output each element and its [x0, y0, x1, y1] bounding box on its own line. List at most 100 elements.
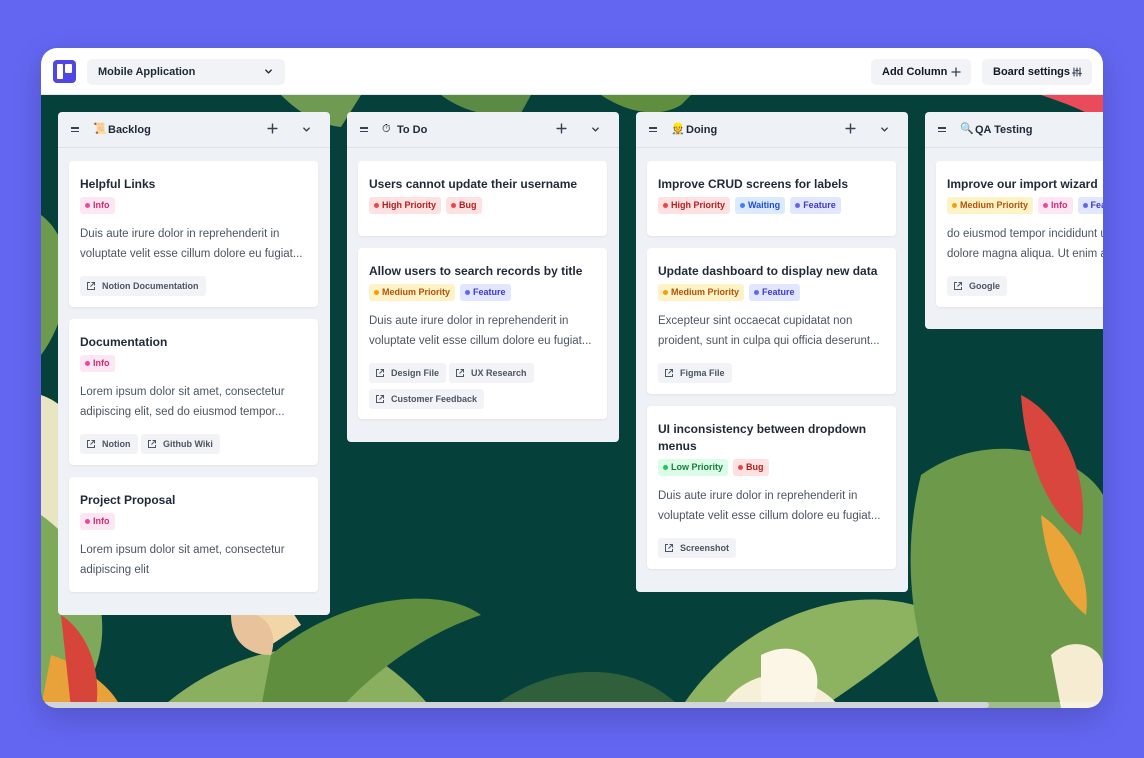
card[interactable]: Documentation Info Lorem ipsum dolor sit… [69, 319, 318, 465]
column-emoji: 🔍 [960, 123, 974, 135]
tag-info: Info [1038, 197, 1073, 214]
card-title: Improve our import wizard [947, 177, 1098, 191]
link-screenshot[interactable]: Screenshot [658, 538, 737, 558]
board-name: Mobile Application [98, 66, 196, 78]
tag-feature: Feature [1077, 197, 1103, 214]
card[interactable]: Project Proposal Info Lorem ipsum dolor … [69, 477, 318, 592]
column-header: 📜 Backlog [58, 112, 330, 148]
tag-bug: Bug [733, 459, 769, 476]
top-bar: Mobile Application Add Column Board sett… [41, 48, 1103, 95]
tag-feature: Feature [749, 284, 800, 301]
card[interactable]: Improve our import wizard Medium Priorit… [936, 161, 1103, 307]
tag-medium-priority: Medium Priority [369, 284, 456, 301]
card-title: Helpful Links [80, 177, 156, 191]
external-link-icon [954, 282, 962, 290]
card-description: Duis aute irure dolor in reprehenderit i… [369, 315, 592, 347]
column-emoji: 👷 [671, 123, 685, 135]
tag-feature: Feature [790, 197, 841, 214]
card-description: Lorem ipsum dolor sit amet, consectetur … [80, 544, 285, 576]
column-qa-testing: 🔍 QA Testing Improve our import wizard M… [925, 112, 1103, 329]
column-title: QA Testing [975, 124, 1033, 136]
link-github-wiki[interactable]: Github Wiki [141, 434, 220, 454]
scrollbar-thumb[interactable] [41, 702, 989, 708]
card-description: Lorem ipsum dolor sit amet, consectetur … [80, 386, 285, 418]
column-header: 👷 Doing [636, 112, 908, 148]
app-logo-icon[interactable] [53, 60, 76, 83]
card-title: Documentation [80, 335, 168, 349]
card[interactable]: Update dashboard to display new data Med… [647, 248, 896, 394]
drag-handle-icon[interactable] [71, 127, 79, 133]
column-header: ⏱ To Do [347, 112, 619, 148]
external-link-icon [87, 440, 95, 448]
tag-waiting: Waiting [735, 197, 786, 214]
board-selector[interactable]: Mobile Application [87, 59, 285, 85]
horizontal-scrollbar[interactable] [41, 702, 1103, 708]
column-to-do: ⏱ To Do Users cannot update their userna… [347, 112, 619, 442]
board-settings-label: Board settings [993, 66, 1071, 78]
link-google[interactable]: Google [947, 276, 1007, 296]
external-link-icon [665, 369, 673, 377]
external-link-icon [87, 282, 95, 290]
card[interactable]: Helpful Links Info Duis aute irure dolor… [69, 161, 318, 307]
tag-high-priority: High Priority [369, 197, 442, 214]
column-title: Backlog [108, 124, 151, 136]
drag-handle-icon[interactable] [360, 127, 368, 133]
column-backlog: 📜 Backlog Helpful Links Info Duis aute i… [58, 112, 330, 615]
card[interactable]: UI inconsistency between dropdown menus … [647, 406, 896, 569]
add-card-plus-icon[interactable] [845, 123, 856, 134]
card-description: Duis aute irure dolor in reprehenderit i… [658, 490, 881, 522]
tag-feature: Feature [460, 284, 511, 301]
chevron-down-icon[interactable] [591, 125, 600, 134]
tag-bug: Bug [446, 197, 482, 214]
link-notion-documentation[interactable]: Notion Documentation [80, 276, 206, 296]
link-ux-research[interactable]: UX Research [449, 363, 534, 383]
card-title: Improve CRUD screens for labels [658, 177, 849, 191]
card-title: Users cannot update their username [369, 177, 578, 191]
external-link-icon [456, 369, 464, 377]
tag-info: Info [80, 197, 115, 214]
external-link-icon [148, 440, 156, 448]
board-settings-button[interactable]: Board settings [982, 59, 1092, 85]
card-title: Allow users to search records by title [369, 264, 583, 278]
plus-icon [951, 67, 961, 77]
add-column-button[interactable]: Add Column [871, 59, 971, 85]
card[interactable]: Allow users to search records by title M… [358, 248, 607, 419]
card-description: do eiusmod tempor incididunt ut labore e… [947, 228, 1103, 260]
chevron-down-icon[interactable] [880, 125, 889, 134]
column-title: Doing [686, 124, 718, 136]
add-card-plus-icon[interactable] [267, 123, 278, 134]
tag-high-priority: High Priority [658, 197, 731, 214]
card-description: Duis aute irure dolor in reprehenderit i… [80, 228, 303, 260]
link-design-file[interactable]: Design File [369, 363, 447, 383]
drag-handle-icon[interactable] [649, 127, 657, 133]
card-description: Excepteur sint occaecat cupidatat non pr… [658, 315, 880, 347]
add-column-label: Add Column [882, 66, 948, 78]
drag-handle-icon[interactable] [938, 127, 946, 133]
column-emoji: ⏱ [382, 123, 391, 135]
card[interactable]: Improve CRUD screens for labels High Pri… [647, 161, 896, 236]
tag-medium-priority: Medium Priority [658, 284, 745, 301]
card-title: Project Proposal [80, 493, 176, 507]
sliders-icon [1072, 67, 1082, 77]
link-customer-feedback[interactable]: Customer Feedback [369, 389, 485, 409]
link-notion[interactable]: Notion [80, 434, 138, 454]
external-link-icon [376, 369, 384, 377]
external-link-icon [376, 395, 384, 403]
chevron-down-icon [265, 69, 272, 74]
tag-medium-priority: Medium Priority [947, 197, 1034, 214]
chevron-down-icon[interactable] [302, 125, 311, 134]
column-doing: 👷 Doing Improve CRUD screens for labels … [636, 112, 908, 592]
tag-info: Info [80, 355, 115, 372]
card[interactable]: Users cannot update their username High … [358, 161, 607, 236]
card-title: Update dashboard to display new data [658, 264, 878, 278]
column-emoji: 📜 [93, 123, 107, 135]
card-title: UI inconsistency between dropdown menus [658, 422, 867, 453]
external-link-icon [665, 544, 673, 552]
tag-low-priority: Low Priority [658, 459, 729, 476]
link-figma-file[interactable]: Figma File [658, 363, 732, 383]
column-header: 🔍 QA Testing [925, 112, 1103, 148]
app-window: Mobile Application Add Column Board sett… [41, 48, 1103, 708]
add-card-plus-icon[interactable] [556, 123, 567, 134]
tag-info: Info [80, 513, 115, 530]
column-title: To Do [397, 124, 428, 136]
